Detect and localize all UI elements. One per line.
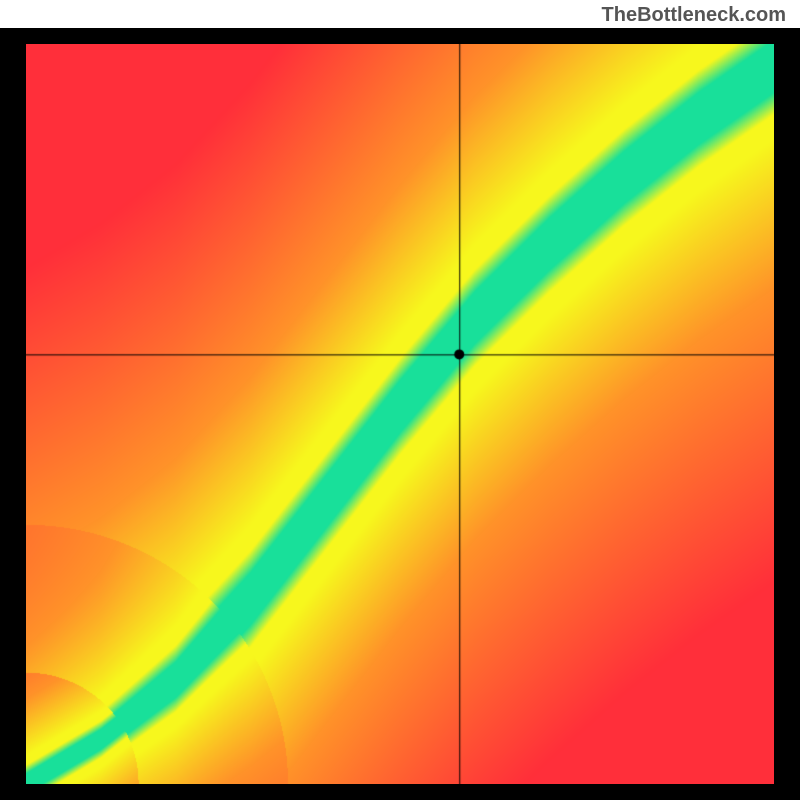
bottleneck-heatmap xyxy=(26,44,774,784)
chart-container: TheBottleneck.com xyxy=(0,0,800,800)
chart-frame xyxy=(0,28,800,800)
watermark-text: TheBottleneck.com xyxy=(602,4,786,27)
